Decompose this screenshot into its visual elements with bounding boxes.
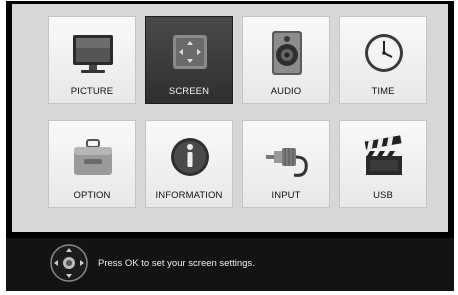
menu-item-label: PICTURE — [70, 86, 114, 97]
remote-dpad-icon — [49, 243, 89, 283]
hint-bar: Press OK to set your screen settings. — [6, 238, 454, 291]
menu-item-picture[interactable]: PICTURE — [48, 16, 136, 104]
rca-plug-icon — [264, 129, 310, 185]
menu-item-option[interactable]: OPTION — [48, 120, 136, 208]
hint-text: Press OK to set your screen settings. — [98, 258, 255, 269]
menu-item-label: OPTION — [73, 190, 111, 201]
clock-icon — [361, 25, 407, 81]
menu-item-label: USB — [373, 190, 393, 201]
menu-item-label: TIME — [371, 86, 395, 97]
menu-item-usb[interactable]: USB — [339, 120, 427, 208]
tv-icon — [70, 25, 116, 81]
menu-item-label: SCREEN — [168, 86, 210, 97]
menu-item-information[interactable]: INFORMATION — [145, 120, 233, 208]
menu-item-input[interactable]: INPUT — [242, 120, 330, 208]
toolbox-icon — [70, 129, 116, 185]
menu-item-label: INFORMATION — [155, 190, 223, 201]
info-icon — [167, 129, 213, 185]
menu-item-label: INPUT — [271, 190, 301, 201]
menu-item-audio[interactable]: AUDIO — [242, 16, 330, 104]
screen-adjust-icon — [167, 25, 213, 81]
main-menu-grid: PICTURE SCREEN AUDIO TIME OPTION INFORMA… — [12, 4, 448, 232]
tv-menu-screen: PICTURE SCREEN AUDIO TIME OPTION INFORMA… — [6, 1, 454, 291]
menu-item-screen[interactable]: SCREEN — [145, 16, 233, 104]
menu-item-label: AUDIO — [270, 86, 302, 97]
speaker-icon — [264, 25, 310, 81]
menu-item-time[interactable]: TIME — [339, 16, 427, 104]
clapperboard-icon — [361, 129, 407, 185]
